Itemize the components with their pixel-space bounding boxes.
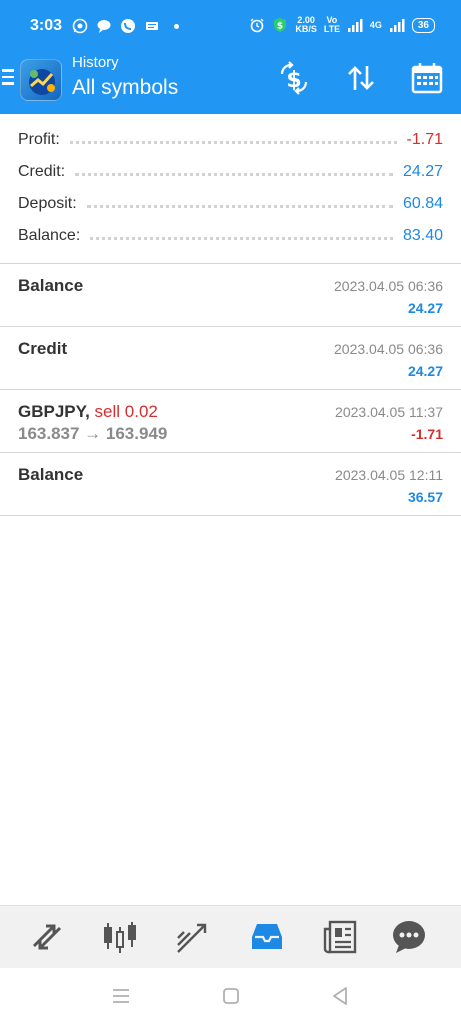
quotes-icon[interactable] <box>29 919 65 955</box>
recents-icon[interactable] <box>110 985 132 1007</box>
whatsapp-icon <box>72 18 88 34</box>
menu-icon[interactable] <box>2 69 14 87</box>
deal-value: 24.27 <box>407 363 443 379</box>
summary-credit: Credit: 24.27 <box>18 156 443 188</box>
deal-time: 2023.04.05 11:37 <box>335 404 443 420</box>
signal-icon-2 <box>389 19 405 32</box>
deal-prices: 163.837 → 163.949 <box>18 424 168 443</box>
more-notifications-dot <box>174 23 179 29</box>
summary-label: Credit: <box>18 163 66 180</box>
bottom-nav <box>0 905 461 968</box>
symbol-filter[interactable]: All symbols <box>72 76 178 100</box>
summary-label: Deposit: <box>18 195 77 212</box>
sim-icon <box>146 22 158 30</box>
volte-indicator: Vo LTE <box>323 15 341 34</box>
deal-title: Credit <box>18 339 68 358</box>
leader-dots <box>86 204 393 208</box>
summary-value: 24.27 <box>402 163 443 180</box>
deal-symbol: GBPJPY, <box>18 402 90 421</box>
summary-deposit: Deposit: 60.84 <box>18 188 443 220</box>
news-icon[interactable] <box>322 919 358 955</box>
alarm-icon <box>250 18 264 33</box>
deal-value: 36.57 <box>407 489 443 505</box>
summary-label: Profit: <box>18 131 60 148</box>
deal-time: 2023.04.05 12:11 <box>335 467 443 483</box>
leader-dots <box>90 236 393 240</box>
summary-label: Balance: <box>18 227 81 244</box>
leader-dots <box>69 140 397 144</box>
svg-text:$: $ <box>277 22 283 32</box>
summary-value: 83.40 <box>402 227 443 244</box>
list-item[interactable]: Balance 2023.04.05 06:36 24.27 <box>0 264 461 327</box>
system-indicators: $ 2.00 KB/S Vo LTE 4G 36 <box>249 16 435 34</box>
deal-title: Balance <box>18 465 84 484</box>
sort-icon[interactable] <box>343 60 379 96</box>
back-icon[interactable] <box>329 985 351 1007</box>
deal-type: sell 0.02 <box>89 402 158 421</box>
signal-icon <box>347 19 363 32</box>
history-icon[interactable] <box>249 919 285 955</box>
leader-dots <box>75 172 393 176</box>
history-summary: Profit: -1.71 Credit: 24.27 Deposit: 60.… <box>0 114 461 264</box>
deal-title: GBPJPY, sell 0.02 <box>18 402 158 422</box>
app-bar: History All symbols $ <box>0 52 461 114</box>
page-title: History <box>72 54 119 71</box>
message-icon <box>97 20 111 33</box>
deal-value: -1.71 <box>411 426 443 442</box>
svg-text:$: $ <box>286 68 301 93</box>
deal-time: 2023.04.05 06:36 <box>334 341 443 357</box>
network-type: 4G <box>369 20 382 30</box>
system-navigation <box>0 968 461 1024</box>
deal-value: 24.27 <box>407 300 443 316</box>
list-item[interactable]: Balance 2023.04.05 12:11 36.57 <box>0 453 461 516</box>
summary-balance: Balance: 83.40 <box>18 220 443 252</box>
trade-icon[interactable] <box>175 919 211 955</box>
chat-icon[interactable] <box>391 919 427 955</box>
list-item[interactable]: Credit 2023.04.05 06:36 24.27 <box>0 327 461 390</box>
notification-icons <box>72 18 179 34</box>
calendar-icon[interactable] <box>409 60 445 96</box>
home-icon[interactable] <box>220 985 242 1007</box>
summary-profit: Profit: -1.71 <box>18 124 443 156</box>
app-logo <box>20 59 62 101</box>
currency-swap-icon[interactable]: $ <box>276 60 312 96</box>
deal-title: Balance <box>18 276 84 295</box>
summary-value: -1.71 <box>406 131 443 148</box>
chart-icon[interactable] <box>102 919 138 955</box>
summary-value: 60.84 <box>402 195 443 212</box>
status-bar: 3:03 $ 2.00 KB/S Vo LTE 4G 36 <box>0 0 461 52</box>
list-item[interactable]: GBPJPY, sell 0.02 163.837 → 163.949 2023… <box>0 390 461 453</box>
battery-icon: 36 <box>411 17 435 33</box>
status-time: 3:03 <box>30 17 63 34</box>
phone-icon <box>121 19 135 33</box>
net-speed: 2.00 KB/S <box>295 15 317 34</box>
shield-dollar-icon: $ <box>274 18 287 32</box>
deal-time: 2023.04.05 06:36 <box>334 278 443 294</box>
